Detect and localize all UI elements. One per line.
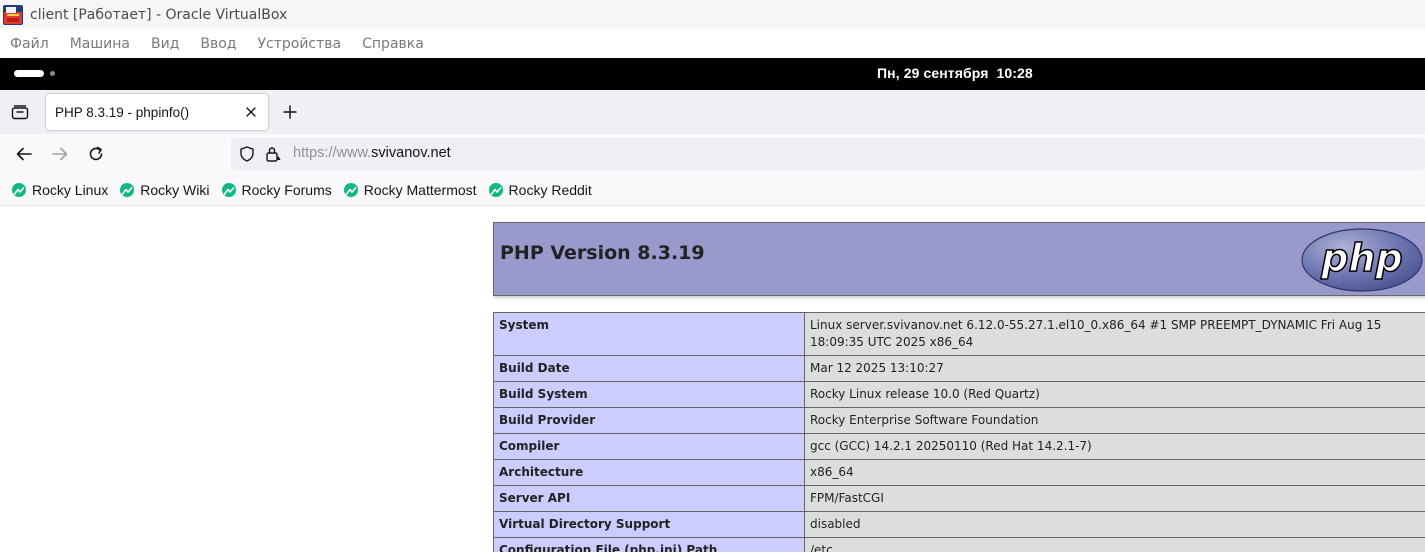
rocky-logo-icon	[120, 182, 135, 197]
row-value: Rocky Enterprise Software Foundation	[804, 407, 1425, 434]
url-text[interactable]: https://www.svivanov.net	[293, 145, 451, 161]
row-key: Build Provider	[493, 407, 805, 434]
reload-icon[interactable]	[85, 143, 107, 165]
menu-machine[interactable]: Машина	[70, 36, 130, 52]
bookmark-rocky-linux[interactable]: Rocky Linux	[12, 182, 108, 198]
rocky-logo-icon	[488, 182, 503, 197]
virtualbox-icon	[3, 4, 23, 25]
row-key: Build System	[493, 381, 805, 408]
row-value: x86_64	[804, 459, 1425, 486]
url-scheme: https://www.	[293, 145, 372, 161]
close-icon[interactable]	[242, 103, 260, 121]
table-row: Virtual Directory Support disabled	[493, 511, 1425, 538]
row-value: FPM/FastCGI	[804, 485, 1425, 512]
bookmark-label: Rocky Mattermost	[363, 181, 477, 198]
table-row: Architecture x86_64	[493, 459, 1425, 486]
row-value: Mar 12 2025 13:10:27	[804, 355, 1425, 382]
row-value: disabled	[804, 511, 1425, 538]
row-value: Rocky Linux release 10.0 (Red Quartz)	[804, 381, 1425, 408]
clock[interactable]: Пн, 29 сентября 10:28	[877, 65, 1033, 81]
menu-devices[interactable]: Устройства	[258, 36, 342, 52]
menu-input[interactable]: Ввод	[200, 36, 236, 52]
bookmark-rocky-wiki[interactable]: Rocky Wiki	[120, 181, 210, 198]
php-logo[interactable]: php	[1300, 227, 1424, 297]
window-title: client [Работает] - Oracle VirtualBox	[30, 6, 288, 23]
table-row: System Linux server.svivanov.net 6.12.0-…	[493, 312, 1425, 356]
vbox-menubar: Файл Машина Вид Ввод Устройства Справка	[0, 29, 1425, 58]
rocky-logo-icon	[221, 182, 236, 197]
rocky-logo-icon	[343, 182, 358, 197]
bookmark-label: Rocky Linux	[32, 181, 109, 198]
lock-icon[interactable]	[265, 146, 281, 162]
bookmark-rocky-reddit[interactable]: Rocky Reddit	[488, 181, 592, 198]
rocky-logo-icon	[12, 182, 26, 197]
row-key: Server API	[493, 485, 805, 512]
bookmark-rocky-forums[interactable]: Rocky Forums	[221, 181, 332, 198]
arrow-right-icon[interactable]	[49, 143, 71, 165]
page-content: PHP Version 8.3.19 php System Linux serv…	[0, 206, 1425, 552]
table-row: Compiler gcc (GCC) 14.2.1 20250110 (Red …	[493, 433, 1425, 460]
table-row: Server API FPM/FastCGI	[493, 485, 1425, 512]
row-key: Configuration File (php.ini) Path	[493, 537, 805, 552]
shield-icon[interactable]	[239, 146, 255, 162]
row-value: /etc	[804, 537, 1425, 552]
phpinfo-table: System Linux server.svivanov.net 6.12.0-…	[493, 312, 1425, 552]
php-version-heading: PHP Version 8.3.19	[500, 242, 705, 264]
tab-manager-icon[interactable]	[8, 100, 32, 124]
workspace-dot	[50, 71, 55, 76]
menu-view[interactable]: Вид	[151, 36, 179, 52]
activities-indicator[interactable]	[14, 70, 55, 77]
row-value: Linux server.svivanov.net 6.12.0-55.27.1…	[804, 312, 1425, 356]
plus-icon[interactable]	[279, 101, 301, 123]
menu-file[interactable]: Файл	[10, 36, 49, 52]
row-key: Architecture	[493, 459, 805, 486]
php-logo-text: php	[1320, 236, 1402, 280]
navigation-toolbar: https://www.svivanov.net	[0, 134, 1425, 174]
gnome-top-bar: Пн, 29 сентября 10:28	[0, 58, 1425, 90]
bookmark-label: Rocky Reddit	[508, 181, 592, 198]
bookmark-label: Rocky Wiki	[140, 181, 210, 198]
table-row: Configuration File (php.ini) Path /etc	[493, 537, 1425, 552]
arrow-left-icon[interactable]	[13, 143, 35, 165]
row-key: System	[493, 312, 805, 356]
row-key: Compiler	[493, 433, 805, 460]
table-row: Build System Rocky Linux release 10.0 (R…	[493, 381, 1425, 408]
url-bar[interactable]: https://www.svivanov.net	[231, 138, 1425, 170]
table-row: Build Provider Rocky Enterprise Software…	[493, 407, 1425, 434]
phpinfo-header: PHP Version 8.3.19 php	[493, 222, 1425, 296]
bookmarks-toolbar: Rocky Linux Rocky Wiki Rocky Forums Rock…	[0, 174, 1425, 206]
tab-title: PHP 8.3.19 - phpinfo()	[55, 104, 190, 120]
table-row: Build Date Mar 12 2025 13:10:27	[493, 355, 1425, 382]
row-value: gcc (GCC) 14.2.1 20250110 (Red Hat 14.2.…	[804, 433, 1425, 460]
bookmark-label: Rocky Forums	[241, 181, 332, 198]
menu-help[interactable]: Справка	[362, 36, 424, 52]
workspace-active-pill	[14, 70, 44, 77]
url-host: svivanov.net	[371, 145, 451, 161]
bookmark-rocky-mattermost[interactable]: Rocky Mattermost	[343, 181, 477, 198]
row-key: Build Date	[493, 355, 805, 382]
row-key: Virtual Directory Support	[493, 511, 805, 538]
tab-strip: PHP 8.3.19 - phpinfo()	[0, 90, 1425, 134]
window-title-bar: client [Работает] - Oracle VirtualBox	[0, 0, 1425, 29]
tab-phpinfo[interactable]: PHP 8.3.19 - phpinfo()	[46, 94, 268, 130]
